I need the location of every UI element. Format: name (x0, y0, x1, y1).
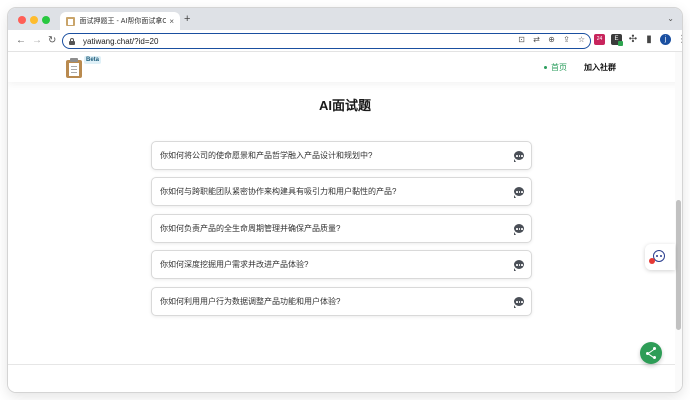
active-dot-icon (544, 66, 547, 70)
clipboard-logo-icon[interactable] (66, 58, 82, 78)
chat-bubble-icon[interactable] (514, 224, 525, 235)
google-lens-icon[interactable]: ⊡ (517, 35, 526, 44)
profile-avatar[interactable]: j (660, 34, 671, 45)
reload-icon[interactable]: ↻ (48, 35, 56, 47)
back-arrow-icon[interactable]: ← (16, 35, 26, 47)
url-text: yatiwang.chat/?id=20 (83, 36, 159, 46)
maximize-window-button[interactable] (42, 16, 50, 24)
footer-divider (8, 364, 682, 365)
clipboard-favicon-icon (66, 16, 75, 26)
chat-bubble-icon[interactable] (514, 297, 525, 308)
question-card[interactable]: 你如何利用用户行为数据调整产品功能和用户体验? (151, 287, 532, 316)
beta-badge: Beta (84, 56, 102, 64)
forward-arrow-icon[interactable]: → (32, 35, 42, 47)
chat-bubble-icon[interactable] (514, 151, 525, 162)
browser-tab[interactable]: 面试押题王 - AI帮你面试拿Offer × (60, 12, 180, 30)
question-text: 你如何将公司的使命愿景和产品哲学融入产品设计和规划中? (160, 151, 373, 160)
extension-icon[interactable]: E (611, 34, 623, 46)
share-button[interactable] (640, 342, 662, 364)
minimize-window-button[interactable] (30, 16, 38, 24)
new-tab-button[interactable]: + (184, 13, 190, 25)
browser-toolbar: ← → ↻ yatiwang.chat/?id=20 ⊡ ⇄ ⊕ ⇪ ☆ 24 … (8, 30, 682, 52)
question-text: 你如何深度挖掘用户需求并改进产品体验? (160, 260, 309, 269)
question-card[interactable]: 你如何深度挖掘用户需求并改进产品体验? (151, 250, 532, 279)
zoom-icon[interactable]: ⊕ (547, 35, 556, 44)
extension-badge-icon[interactable]: 24 (594, 34, 605, 45)
ai-assistant-button[interactable] (645, 244, 675, 270)
page-viewport: Beta 首页 加入社群 AI面试题 你如何将公司的使命愿景和产品哲学融入产品设… (8, 52, 682, 392)
question-card[interactable]: 你如何将公司的使命愿景和产品哲学融入产品设计和规划中? (151, 141, 532, 170)
tab-strip: 面试押题王 - AI帮你面试拿Offer × + ⌄ (8, 8, 682, 30)
question-card[interactable]: 你如何与跨职能团队紧密协作来构建具有吸引力和用户黏性的产品? (151, 177, 532, 206)
question-card[interactable]: 你如何负责产品的全生命周期管理并确保产品质量? (151, 214, 532, 243)
chat-bubble-icon[interactable] (514, 187, 525, 198)
side-panel-icon[interactable]: ▮ (644, 34, 654, 45)
tab-close-button[interactable]: × (169, 17, 174, 26)
bookmark-star-icon[interactable]: ☆ (577, 35, 586, 44)
lock-icon[interactable] (69, 37, 75, 45)
address-bar[interactable]: yatiwang.chat/?id=20 ⊡ ⇄ ⊕ ⇪ ☆ (62, 33, 591, 49)
browser-window: 面试押题王 - AI帮你面试拿Offer × + ⌄ ← → ↻ yatiwan… (8, 8, 682, 392)
tab-search-chevron-icon[interactable]: ⌄ (667, 14, 674, 23)
question-text: 你如何与跨职能团队紧密协作来构建具有吸引力和用户黏性的产品? (160, 187, 397, 196)
nav-home-label: 首页 (551, 63, 567, 72)
puzzle-extensions-icon[interactable]: ✣ (628, 34, 638, 45)
tab-title: 面试押题王 - AI帮你面试拿Offer (79, 18, 167, 25)
site-header: Beta 首页 加入社群 (8, 52, 682, 82)
scrollbar-thumb[interactable] (676, 200, 681, 330)
translate-icon[interactable]: ⇄ (532, 35, 541, 44)
close-window-button[interactable] (18, 16, 26, 24)
scrollbar-track[interactable] (675, 52, 682, 392)
question-text: 你如何负责产品的全生命周期管理并确保产品质量? (160, 224, 341, 233)
nav-link-join-community[interactable]: 加入社群 (584, 62, 616, 73)
nav-link-home[interactable]: 首页 (544, 62, 567, 73)
question-text: 你如何利用用户行为数据调整产品功能和用户体验? (160, 297, 341, 306)
notification-dot-icon (649, 258, 655, 264)
chat-bubble-icon[interactable] (514, 260, 525, 271)
share-page-icon[interactable]: ⇪ (562, 35, 571, 44)
page-title: AI面试题 (318, 98, 371, 113)
browser-menu-icon[interactable]: ⋮ (677, 34, 682, 45)
